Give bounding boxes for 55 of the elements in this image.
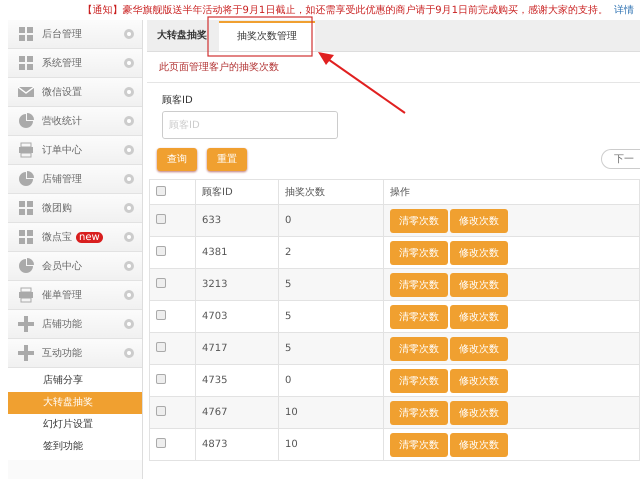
expand-icon[interactable] — [124, 116, 134, 126]
checkbox[interactable] — [156, 342, 166, 352]
checkbox[interactable] — [156, 214, 166, 224]
expand-icon[interactable] — [124, 29, 134, 39]
table-cell: 5 — [278, 332, 384, 364]
table-cell: 10 — [278, 396, 384, 428]
table-cell: 4767 — [196, 396, 278, 428]
tab[interactable]: 大转盘抽奖 — [149, 21, 215, 51]
expand-icon[interactable] — [124, 232, 134, 242]
tab[interactable]: 抽奖次数管理 — [219, 21, 315, 51]
table-cell: 4873 — [196, 428, 278, 460]
grid-icon — [18, 229, 34, 245]
table-cell: 3213 — [196, 268, 278, 300]
expand-icon[interactable] — [124, 87, 134, 97]
grid-icon — [18, 200, 34, 216]
column-header: 抽奖次数 — [278, 180, 384, 204]
column-header: 操作 — [384, 180, 640, 204]
expand-icon[interactable] — [124, 261, 134, 271]
expand-icon[interactable] — [124, 348, 134, 358]
details-link[interactable]: 详情 — [614, 3, 634, 17]
next-page-button[interactable]: 下一 — [601, 149, 640, 169]
submenu-item[interactable]: 店铺分享 — [8, 370, 142, 392]
expand-icon[interactable] — [124, 319, 134, 329]
plus-icon — [18, 316, 34, 332]
table-cell: 4717 — [196, 332, 278, 364]
pie-icon — [18, 258, 34, 274]
new-badge: new — [76, 232, 103, 242]
grid-icon — [18, 55, 34, 71]
checkbox[interactable] — [156, 374, 166, 384]
table-cell: 0 — [278, 204, 384, 236]
checkbox[interactable] — [156, 438, 166, 448]
notice-text: 【通知】豪华旗舰版送半年活动将于9月1日截止，如还需享受此优惠的商户请于9月1日前完成购买，感谢大家的支持。 — [82, 4, 608, 17]
plus-icon — [18, 345, 34, 361]
submenu-item[interactable]: 签到功能 — [8, 436, 142, 458]
expand-icon[interactable] — [124, 174, 134, 184]
pie-icon — [18, 171, 34, 187]
submenu-item[interactable]: 幻灯片设置 — [8, 414, 142, 436]
pie-icon — [18, 113, 34, 129]
checkbox[interactable] — [156, 278, 166, 288]
mail-icon — [18, 84, 34, 100]
checkbox[interactable] — [156, 186, 166, 196]
expand-icon[interactable] — [124, 145, 134, 155]
grid-icon — [18, 26, 34, 42]
printer-icon — [18, 287, 34, 303]
field-label: 顾客ID — [162, 94, 194, 107]
checkbox[interactable] — [156, 406, 166, 416]
expand-icon[interactable] — [124, 290, 134, 300]
table-cell: 5 — [278, 268, 384, 300]
table-cell: 10 — [278, 428, 384, 460]
table-cell: 633 — [196, 204, 278, 236]
printer-icon — [18, 142, 34, 158]
checkbox[interactable] — [156, 310, 166, 320]
expand-icon[interactable] — [124, 58, 134, 68]
expand-icon[interactable] — [124, 203, 134, 213]
checkbox[interactable] — [156, 246, 166, 256]
